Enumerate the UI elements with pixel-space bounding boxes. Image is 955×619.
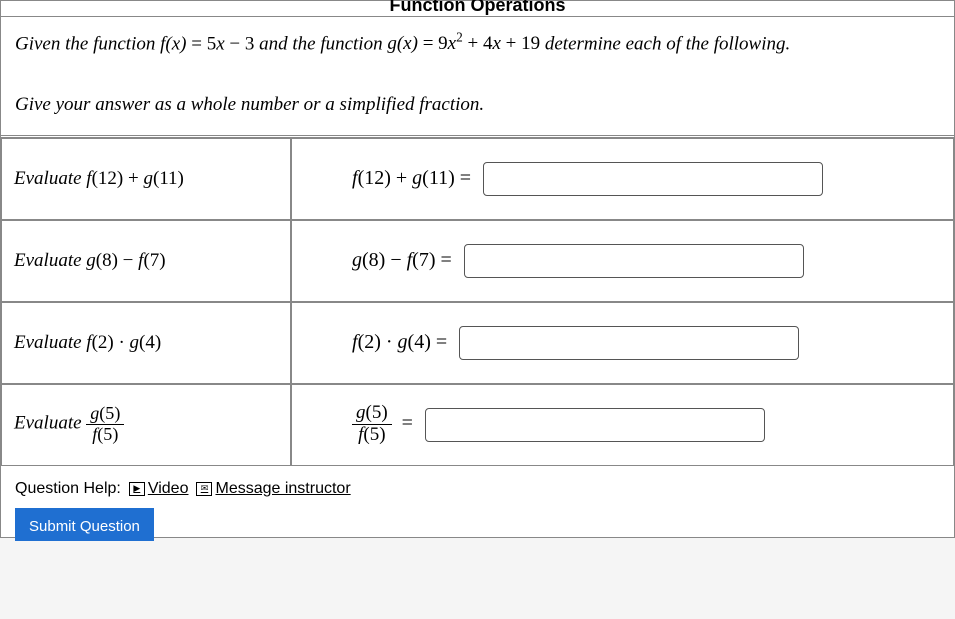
prompt-text-1: Given the function (15, 33, 160, 54)
row-2-expression: g(8) − f(7) = (352, 249, 452, 272)
prompt-text-2: and the function (259, 33, 387, 54)
row-2-label: Evaluate g(8) − f(7) (1, 220, 291, 302)
row-3-label: Evaluate f(2) · g(4) (1, 302, 291, 384)
row-1-expression: f(12) + g(11) = (352, 167, 471, 190)
prompt-text-3: determine each of the following. (545, 33, 790, 54)
message-instructor-link[interactable]: ✉ Message instructor (196, 480, 350, 498)
answer-grid: Evaluate f(12) + g(11) f(12) + g(11) = E… (1, 138, 954, 466)
row-1-answer-cell: f(12) + g(11) = (291, 138, 954, 220)
help-row: Question Help: ▶ Video ✉ Message instruc… (1, 466, 954, 508)
prompt: Given the function f(x) = 5x − 3 and the… (1, 17, 954, 138)
instruction-text: Give your answer as a whole number or a … (15, 94, 484, 115)
row-4-label: Evaluate g(5) f(5) (1, 384, 291, 466)
video-link[interactable]: ▶ Video (129, 480, 189, 498)
row-4-expression: g(5) f(5) = (352, 403, 413, 446)
question-container: Function Operations Given the function f… (0, 0, 955, 538)
row-2-input[interactable] (464, 244, 804, 278)
row-4-input[interactable] (425, 408, 765, 442)
help-label: Question Help: (15, 480, 121, 498)
g-definition: g(x) = 9x2 + 4x + 19 (387, 33, 545, 54)
row-2-answer-cell: g(8) − f(7) = (291, 220, 954, 302)
row-1-label: Evaluate f(12) + g(11) (1, 138, 291, 220)
row-3-answer-cell: f(2) · g(4) = (291, 302, 954, 384)
play-icon: ▶ (129, 482, 145, 496)
row-3-expression: f(2) · g(4) = (352, 331, 447, 354)
submit-button[interactable]: Submit Question (15, 508, 154, 541)
row-1-input[interactable] (483, 162, 823, 196)
f-definition: f(x) = 5x − 3 (160, 33, 259, 54)
mail-icon: ✉ (196, 482, 212, 496)
section-title: Function Operations (1, 0, 954, 17)
row-3-input[interactable] (459, 326, 799, 360)
row-4-answer-cell: g(5) f(5) = (291, 384, 954, 466)
